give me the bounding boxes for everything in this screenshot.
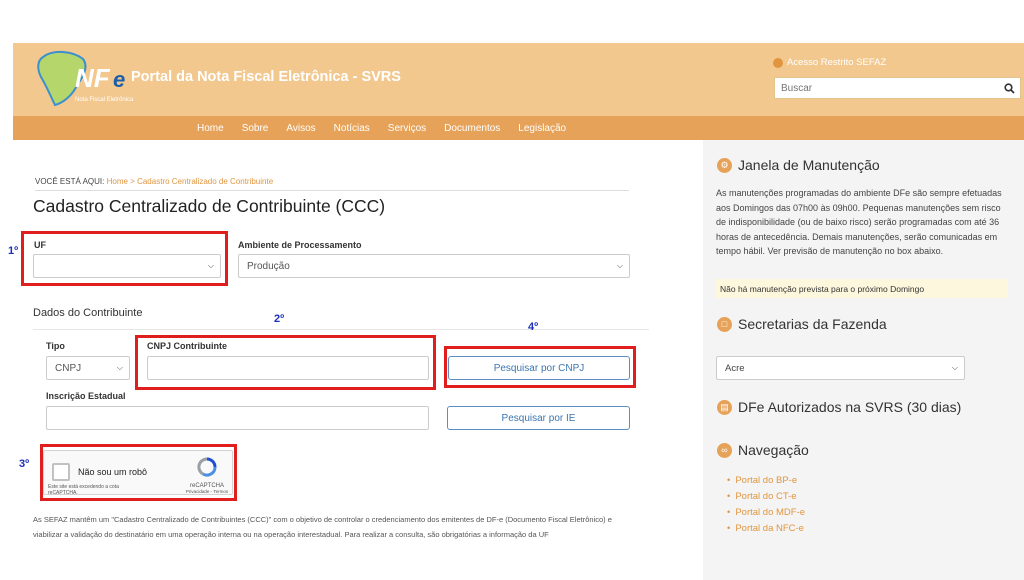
search-input[interactable]: [775, 78, 998, 98]
highlight-uf: [21, 231, 228, 286]
lock-icon: [773, 57, 783, 68]
gear-icon: ⚙: [717, 157, 732, 173]
restricted-access-label: Acesso Restrito SEFAZ: [787, 57, 887, 68]
ie-label: Inscrição Estadual: [46, 391, 126, 401]
site-header: NF e Nota Fiscal Eletrônica Portal da No…: [13, 43, 1024, 116]
tipo-select-value: CNPJ: [55, 362, 82, 374]
step-4-label: 4º: [528, 321, 539, 333]
search-icon: [1003, 82, 1015, 94]
main-navbar: Home Sobre Avisos Notícias Serviços Docu…: [13, 116, 1024, 140]
search-button[interactable]: [998, 78, 1020, 98]
section-divider: [33, 329, 649, 330]
nav-noticias[interactable]: Notícias: [334, 123, 370, 134]
page-title: Cadastro Centralizado de Contribuinte (C…: [33, 196, 386, 216]
tipo-label: Tipo: [46, 341, 65, 351]
ccc-description: As SEFAZ mantêm um "Cadastro Centralizad…: [33, 515, 612, 539]
nav-servicos[interactable]: Serviços: [388, 123, 426, 134]
link-icon: ∞: [717, 442, 732, 458]
main-content: VOCÊ ESTÁ AQUI: Home > Cadastro Centrali…: [13, 140, 703, 580]
step-2-label: 2º: [274, 313, 285, 325]
step-1-label: 1º: [8, 245, 19, 257]
ambiente-select-value: Produção: [247, 260, 290, 272]
sidebar: ⚙ Janela de Manutenção As manutenções pr…: [703, 140, 1024, 580]
breadcrumb-prefix: VOCÊ ESTÁ AQUI:: [35, 177, 105, 186]
secretarias-title: Secretarias da Fazenda: [738, 316, 887, 332]
chart-icon: ▤: [717, 399, 732, 415]
dfe-title: DFe Autorizados na SVRS (30 dias): [738, 399, 962, 415]
section-title: Dados do Contribuinte: [33, 307, 143, 319]
search-box: [774, 77, 1021, 99]
nav-link-bpe[interactable]: Portal do BP-e: [727, 473, 805, 489]
nav-sobre[interactable]: Sobre: [242, 123, 269, 134]
highlight-search-cnpj: [444, 346, 636, 388]
ambiente-label: Ambiente de Processamento: [238, 240, 362, 250]
nav-avisos[interactable]: Avisos: [286, 123, 315, 134]
nav-link-cte[interactable]: Portal do CT-e: [727, 489, 805, 505]
portal-title[interactable]: Portal da Nota Fiscal Eletrônica - SVRS: [131, 69, 401, 85]
navigation-title: Navegação: [738, 442, 809, 458]
maintenance-title: Janela de Manutenção: [738, 157, 880, 173]
dfe-heading: ▤ DFe Autorizados na SVRS (30 dias): [717, 399, 961, 415]
ambiente-select[interactable]: Produção ⌵: [238, 254, 630, 278]
highlight-cnpj: [135, 335, 436, 390]
chevron-down-icon: ⌵: [951, 363, 958, 372]
chevron-down-icon: ⌵: [616, 261, 623, 270]
document-icon: □: [717, 316, 732, 332]
svg-text:e: e: [113, 67, 125, 92]
breadcrumb-current[interactable]: Cadastro Centralizado de Contribuinte: [137, 177, 273, 186]
breadcrumb-divider: [35, 190, 629, 191]
chevron-down-icon: ⌵: [116, 363, 123, 372]
secretarias-select[interactable]: Acre ⌵: [716, 356, 965, 380]
secretarias-select-value: Acre: [725, 362, 745, 374]
maintenance-notice: Não há manutenção prevista para o próxim…: [716, 279, 1008, 298]
breadcrumb: VOCÊ ESTÁ AQUI: Home > Cadastro Centrali…: [35, 177, 273, 186]
navigation-links: Portal do BP-e Portal do CT-e Portal do …: [727, 473, 805, 537]
nav-link-mdfe[interactable]: Portal do MDF-e: [727, 505, 805, 521]
logo-subtitle: Nota Fiscal Eletrônica: [75, 97, 134, 103]
restricted-access-link[interactable]: Acesso Restrito SEFAZ: [773, 57, 886, 68]
nav-home[interactable]: Home: [197, 123, 224, 134]
maintenance-text: As manutenções programadas do ambiente D…: [716, 188, 1002, 256]
svg-text:NF: NF: [75, 63, 111, 93]
highlight-recaptcha: [40, 444, 237, 501]
tipo-select[interactable]: CNPJ ⌵: [46, 356, 130, 380]
breadcrumb-separator: >: [130, 177, 135, 186]
breadcrumb-home[interactable]: Home: [107, 177, 128, 186]
maintenance-heading: ⚙ Janela de Manutenção: [717, 157, 880, 173]
secretarias-heading: □ Secretarias da Fazenda: [717, 316, 887, 332]
search-ie-button[interactable]: Pesquisar por IE: [447, 406, 630, 430]
navigation-heading: ∞ Navegação: [717, 442, 809, 458]
nav-documentos[interactable]: Documentos: [444, 123, 500, 134]
nav-legislacao[interactable]: Legislação: [518, 123, 566, 134]
step-3-label: 3º: [19, 458, 30, 470]
ie-input[interactable]: [46, 406, 429, 430]
nav-link-nfce[interactable]: Portal da NFC-e: [727, 521, 805, 537]
